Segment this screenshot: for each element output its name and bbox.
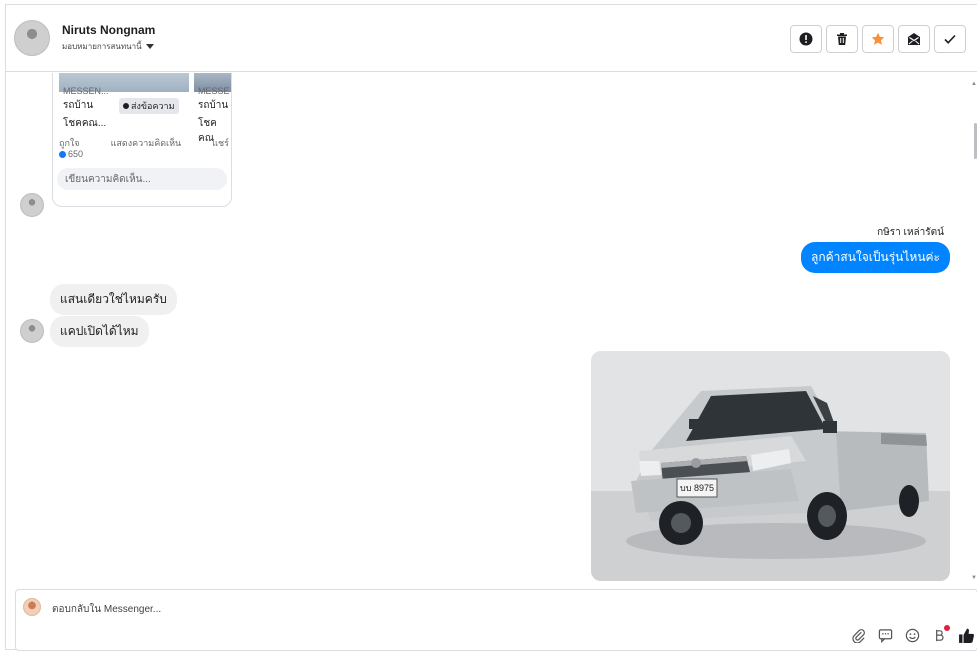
mark-done-button[interactable] — [934, 25, 966, 53]
sender-name: กษิรา เหล่ารัตน์ — [877, 227, 944, 238]
contact-name[interactable]: Niruts Nongnam — [62, 23, 155, 37]
post-source: MESSE — [198, 86, 230, 96]
mark-unread-button[interactable] — [898, 25, 930, 53]
delete-button[interactable] — [826, 25, 858, 53]
assign-conversation-dropdown[interactable]: มอบหมายการสนทนานี้ — [62, 40, 154, 53]
send-message-label: ส่งข้อความ — [131, 101, 175, 111]
like-post-button[interactable]: ถูกใจ — [59, 136, 80, 150]
like-icon[interactable] — [958, 627, 975, 644]
star-icon — [871, 32, 885, 45]
trash-icon — [837, 33, 847, 45]
like-count: 650 — [59, 149, 83, 159]
post-source: MESSEN... — [63, 86, 109, 96]
contact-avatar — [20, 319, 44, 343]
agent-avatar — [23, 598, 41, 616]
caret-down-icon — [145, 44, 154, 49]
outgoing-message[interactable]: ลูกค้าสนใจเป็นรุ่นไหนค่ะ — [801, 242, 950, 273]
post-title: รถบ้าน — [63, 100, 94, 111]
post-comment-input[interactable]: เขียนความคิดเห็น... — [57, 168, 227, 190]
post-title: รถบ้าน — [198, 100, 229, 111]
reply-composer: ตอบกลับใน Messenger... — [15, 589, 977, 651]
messenger-icon — [123, 103, 129, 109]
shared-post-card[interactable]: MESSEN... MESSE รถบ้าน รถบ้าน ส่งข้อความ… — [52, 73, 232, 207]
message-thread[interactable]: MESSEN... MESSE รถบ้าน รถบ้าน ส่งข้อความ… — [6, 73, 972, 587]
envelope-icon — [908, 33, 920, 45]
conversation-header: Niruts Nongnam มอบหมายการสนทนานี้ — [6, 5, 977, 72]
scroll-down-icon[interactable]: ▼ — [971, 575, 977, 581]
contact-avatar — [20, 193, 44, 217]
post-reaction-bar: ถูกใจ แสดงความคิดเห็น แชร์ — [59, 136, 229, 150]
post-subtitle: โชคคณ... — [63, 118, 107, 129]
share-post-button[interactable]: แชร์ — [212, 136, 229, 150]
incoming-message[interactable]: แสนเดียวใช่ไหมครับ — [50, 284, 177, 315]
emoji-icon[interactable] — [904, 627, 921, 644]
header-actions — [790, 25, 966, 53]
attachment-icon[interactable] — [850, 627, 867, 644]
thread-scrollbar[interactable]: ▲ ▼ — [971, 73, 977, 587]
sent-photo[interactable]: บบ 8975 — [591, 351, 950, 581]
composer-toolbar — [850, 625, 975, 644]
payment-icon[interactable] — [931, 625, 950, 644]
comment-post-button[interactable]: แสดงความคิดเห็น — [111, 136, 182, 150]
assign-label: มอบหมายการสนทนานี้ — [62, 42, 142, 51]
scroll-up-icon[interactable]: ▲ — [971, 81, 977, 87]
exclamation-icon — [799, 32, 813, 46]
like-count-value: 650 — [68, 149, 84, 159]
license-plate: บบ 8975 — [680, 483, 714, 493]
conversation-panel: Niruts Nongnam มอบหมายการสนทนานี้ MESSEN… — [5, 4, 977, 651]
check-icon — [944, 34, 956, 44]
saved-reply-icon[interactable] — [877, 627, 894, 644]
mark-spam-button[interactable] — [790, 25, 822, 53]
star-button[interactable] — [862, 25, 894, 53]
pickup-truck-image: บบ 8975 — [591, 351, 950, 581]
contact-avatar[interactable] — [14, 20, 50, 56]
notification-badge — [944, 625, 950, 631]
incoming-message[interactable]: แคปเปิดได้ไหม — [50, 316, 149, 347]
reply-input[interactable]: ตอบกลับใน Messenger... — [52, 602, 161, 617]
like-reaction-icon — [59, 150, 66, 158]
send-message-button[interactable]: ส่งข้อความ — [119, 98, 179, 114]
